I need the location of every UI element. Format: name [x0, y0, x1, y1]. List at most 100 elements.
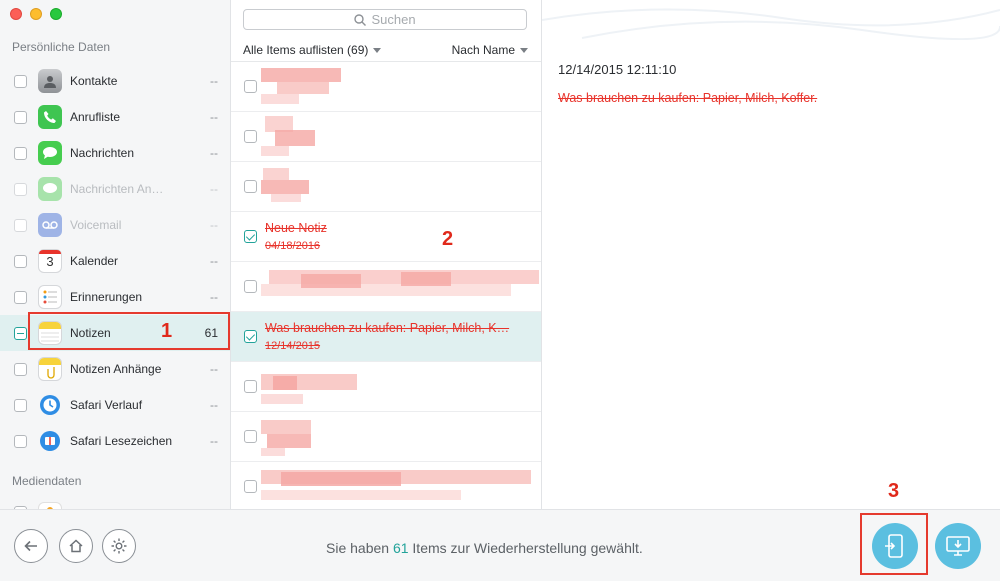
checkbox[interactable]: [244, 330, 257, 343]
pixelated-content: [261, 366, 541, 408]
item-list-panel: Suchen Alle Items auflisten (69) Nach Na…: [231, 0, 542, 509]
sidebar-item-reminders[interactable]: Erinnerungen --: [0, 279, 230, 315]
item-count: --: [210, 218, 218, 232]
filter-label: Alle Items auflisten (69): [243, 43, 369, 57]
sort-dropdown[interactable]: Nach Name: [452, 43, 528, 57]
home-button[interactable]: [59, 529, 93, 563]
sidebar-item-label: Safari Lesezeichen: [70, 434, 173, 448]
message-attachments-icon: [38, 177, 62, 201]
status-prefix: Sie haben: [326, 540, 390, 556]
item-count: --: [210, 254, 218, 268]
annotation-step-3: 3: [888, 480, 900, 502]
sidebar-item-label: Nachrichten An…: [70, 182, 164, 196]
sidebar-item-calendar[interactable]: 3 Kalender --: [0, 243, 230, 279]
item-count: --: [210, 146, 218, 160]
sidebar-item-photos[interactable]: [0, 496, 230, 509]
calendar-icon-day: 3: [46, 254, 54, 269]
section-title-personal: Persönliche Daten: [12, 40, 111, 54]
sidebar-item-call-history[interactable]: Anrufliste --: [0, 99, 230, 135]
section-title-media: Mediendaten: [12, 474, 82, 488]
reminders-icon: [38, 285, 62, 309]
note-date: 04/18/2016: [265, 240, 321, 252]
list-item[interactable]: Was brauchen zu kaufen: Papier, Milch, K…: [231, 312, 541, 362]
maximize-window-button[interactable]: [50, 8, 62, 20]
sidebar-item-messages[interactable]: Nachrichten --: [0, 135, 230, 171]
checkbox[interactable]: [244, 180, 257, 193]
checkbox[interactable]: [14, 398, 27, 412]
checkbox[interactable]: [14, 254, 27, 268]
sidebar-item-notes-attachments[interactable]: Notizen Anhänge --: [0, 351, 230, 387]
checkbox[interactable]: [14, 290, 27, 304]
status-count: 61: [392, 540, 409, 556]
sidebar-item-message-attachments[interactable]: Nachrichten An… --: [0, 171, 230, 207]
sidebar-item-label: Nachrichten: [70, 146, 135, 160]
filter-dropdown[interactable]: Alle Items auflisten (69): [243, 43, 382, 57]
note-detail-panel: 12/14/2015 12:11:10 Was brauchen zu kauf…: [542, 0, 1000, 509]
status-suffix: Items zur Wiederherstellung gewählt.: [412, 540, 643, 556]
checkbox[interactable]: [14, 326, 27, 340]
sidebar-item-contacts[interactable]: Kontakte --: [0, 63, 230, 99]
minimize-window-button[interactable]: [30, 8, 42, 20]
window-controls: [10, 8, 62, 20]
sidebar-item-label: Erinnerungen: [70, 290, 143, 304]
checkbox[interactable]: [14, 146, 27, 160]
sidebar-item-safari-bookmarks[interactable]: Safari Lesezeichen --: [0, 423, 230, 459]
pixelated-content: [261, 66, 541, 108]
gear-icon: [111, 538, 127, 554]
messages-icon: [38, 141, 62, 165]
list-item[interactable]: [231, 462, 541, 509]
checkbox[interactable]: [14, 434, 27, 448]
list-item[interactable]: [231, 262, 541, 312]
sidebar-item-label: Kalender: [70, 254, 119, 268]
checkbox[interactable]: [244, 380, 257, 393]
computer-download-icon: [946, 536, 970, 556]
search-input[interactable]: Suchen: [243, 9, 527, 30]
checkbox[interactable]: [14, 74, 27, 88]
search-icon: [354, 13, 367, 26]
checkbox[interactable]: [14, 218, 27, 232]
close-window-button[interactable]: [10, 8, 22, 20]
checkbox[interactable]: [244, 80, 257, 93]
list-item[interactable]: [231, 112, 541, 162]
note-title: Neue Notiz: [265, 221, 327, 235]
item-count: --: [210, 74, 218, 88]
item-count: --: [210, 290, 218, 304]
pixelated-content: [261, 166, 541, 208]
sidebar-item-label: Notizen Anhänge: [70, 362, 162, 376]
checkbox[interactable]: [244, 230, 257, 243]
item-count: --: [210, 110, 218, 124]
chevron-down-icon: [520, 48, 528, 54]
sidebar-item-safari-history[interactable]: Safari Verlauf --: [0, 387, 230, 423]
chevron-down-icon: [373, 48, 382, 54]
annotation-highlight-recover: [860, 513, 928, 575]
detail-date: 12/14/2015 12:11:10: [558, 62, 677, 77]
sidebar-item-voicemail[interactable]: Voicemail --: [0, 207, 230, 243]
checkbox[interactable]: [14, 110, 27, 124]
search-placeholder: Suchen: [371, 12, 416, 27]
settings-button[interactable]: [102, 529, 136, 563]
checkbox[interactable]: [244, 280, 257, 293]
pixelated-content: [261, 416, 541, 458]
safari-history-icon: [38, 393, 62, 417]
pixelated-content: [261, 466, 541, 508]
pixelated-content: [261, 116, 541, 158]
recover-to-computer-button[interactable]: [935, 523, 981, 569]
phone-icon: [38, 105, 62, 129]
selection-status: Sie haben 61 Items zur Wiederherstellung…: [326, 540, 643, 556]
list-item[interactable]: [231, 362, 541, 412]
list-item[interactable]: [231, 412, 541, 462]
list-item[interactable]: [231, 62, 541, 112]
checkbox[interactable]: [244, 480, 257, 493]
checkbox[interactable]: [14, 362, 27, 376]
checkbox[interactable]: [14, 182, 27, 196]
checkbox[interactable]: [244, 130, 257, 143]
category-sidebar: Persönliche Daten Kontakte -- Anrufliste…: [0, 0, 231, 509]
list-item[interactable]: Neue Notiz 04/18/2016: [231, 212, 541, 262]
back-button[interactable]: [14, 529, 48, 563]
list-item[interactable]: [231, 162, 541, 212]
sidebar-item-label: Anrufliste: [70, 110, 121, 124]
arrow-left-icon: [24, 540, 37, 552]
pixelated-content: [261, 266, 541, 308]
sidebar-item-label: Voicemail: [70, 218, 122, 232]
checkbox[interactable]: [244, 430, 257, 443]
